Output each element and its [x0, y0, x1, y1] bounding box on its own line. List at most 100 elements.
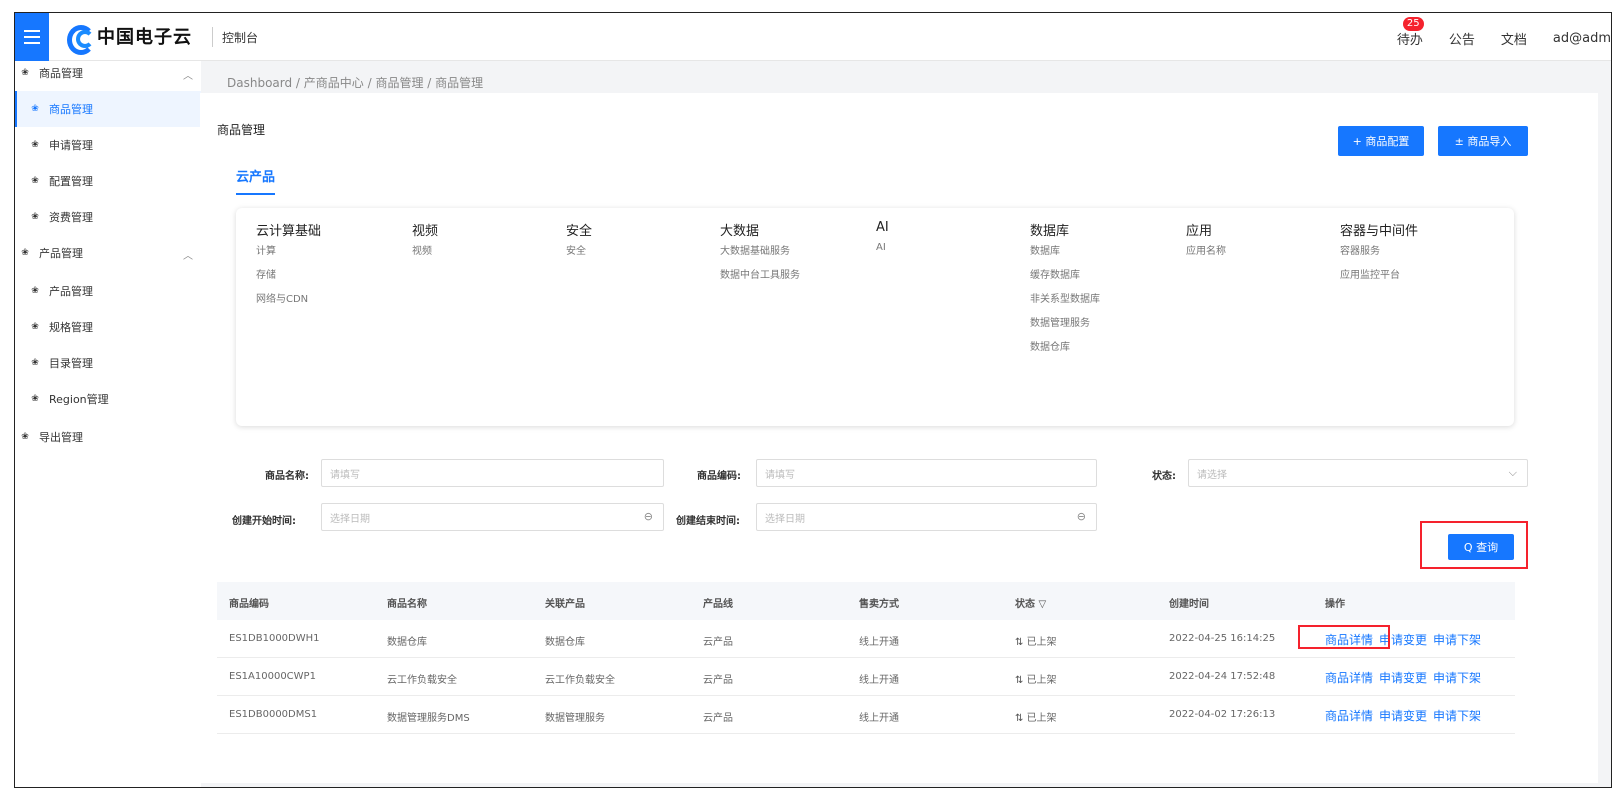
table-cell: 数据管理服务 — [545, 713, 605, 724]
sidebar-item[interactable]: ❀ 产品管理 — [15, 273, 201, 309]
top-right-nav: 25 待办 公告 文档 ad@adm — [1396, 17, 1611, 48]
chevron-up-icon[interactable]: ︿ — [183, 247, 193, 262]
change-request-link[interactable]: 申请变更 — [1379, 709, 1427, 723]
logo[interactable]: 中国电子云 — [67, 23, 192, 55]
column-header: 创建时间 — [1169, 599, 1209, 610]
category-heading[interactable]: 大数据 — [720, 220, 800, 239]
notice-link[interactable]: 公告 — [1449, 29, 1475, 48]
end-date-picker[interactable]: 选择日期 ⊖ — [756, 503, 1097, 531]
product-import-button[interactable]: ± 商品导入 — [1438, 126, 1528, 156]
sidebar-item[interactable]: ❀ 导出管理 — [15, 419, 201, 455]
delist-request-link[interactable]: 申请下架 — [1433, 709, 1481, 723]
todo-link[interactable]: 25 待办 — [1396, 17, 1424, 48]
table-cell: ⇅ 已上架 — [1015, 671, 1057, 686]
category-item[interactable]: 缓存数据库 — [1030, 265, 1100, 289]
product-config-button[interactable]: + 商品配置 — [1338, 126, 1424, 156]
category-item[interactable]: 网络与CDN — [256, 289, 321, 313]
start-date-picker[interactable]: 选择日期 ⊖ — [321, 503, 664, 531]
table-header: 商品编码 商品名称 关联产品 产品线 售卖方式 状态 ▽ 创建时间 操作 — [217, 582, 1515, 620]
product-table: 商品编码 商品名称 关联产品 产品线 售卖方式 状态 ▽ 创建时间 操作 ES1DB1000DW… — [217, 582, 1515, 734]
product-name-placeholder: 请填写 — [330, 469, 360, 481]
category-column: 应用 应用名称 — [1186, 220, 1226, 265]
table-row: ES1DB0000DMS1 数据管理服务DMS 数据管理服务 云产品 线上开通 ⇅ 已上架… — [217, 696, 1515, 734]
category-item[interactable]: 数据库 — [1030, 247, 1100, 265]
table-cell: 数据管理服务DMS — [387, 713, 470, 724]
category-heading[interactable]: 安全 — [566, 220, 592, 239]
category-item[interactable]: 安全 — [566, 247, 592, 265]
sidebar-item[interactable]: ❀ 配置管理 — [15, 163, 201, 199]
delist-request-link[interactable]: 申请下架 — [1433, 633, 1481, 647]
category-panel: 云计算基础 计算 存储 网络与CDN 视频 视频 安全 安全 大数据 大数据基础服务 数据中台工具服… — [236, 208, 1514, 426]
sidebar-item[interactable]: ❀ Region管理 — [15, 381, 201, 417]
end-date-placeholder: 选择日期 — [765, 513, 805, 525]
dashboard-icon: ❀ — [21, 248, 29, 258]
category-heading[interactable]: 云计算基础 — [256, 220, 321, 239]
page-title: 商品管理 — [217, 123, 266, 137]
category-item[interactable]: 存储 — [256, 265, 321, 289]
column-header: 商品编码 — [229, 599, 269, 610]
category-item[interactable]: 数据仓库 — [1030, 337, 1100, 361]
category-item[interactable]: AI — [876, 243, 889, 261]
category-column: 云计算基础计算 存储 网络与CDN — [256, 220, 321, 313]
table-row: ES1A10000CWP1 云工作负载安全 云工作负载安全 云产品 线上开通 ⇅ 已上架 2… — [217, 658, 1515, 696]
column-header[interactable]: 状态 ▽ — [1015, 595, 1046, 610]
category-item[interactable]: 容器服务 — [1340, 247, 1418, 265]
category-item[interactable]: 非关系型数据库 — [1030, 289, 1100, 313]
category-heading[interactable]: 数据库 — [1030, 220, 1100, 239]
tab-cloud-products[interactable]: 云产品 — [236, 166, 276, 195]
category-item[interactable]: 大数据基础服务 — [720, 247, 800, 265]
calendar-icon: ⊖ — [643, 510, 653, 523]
sidebar-item[interactable]: ❀ 商品管理 ︿ — [15, 55, 201, 91]
status-select[interactable]: 请选择 ⌵ — [1188, 459, 1528, 487]
status-icon: ⇅ — [1015, 637, 1027, 648]
category-heading[interactable]: 视频 — [412, 220, 438, 239]
table-cell: 线上开通 — [859, 713, 899, 724]
category-heading[interactable]: AI — [876, 220, 889, 235]
sidebar-item[interactable]: ❀ 目录管理 — [15, 345, 201, 381]
sidebar-item[interactable]: ❀ 资费管理 — [15, 199, 201, 235]
query-button[interactable]: Q 查询 — [1448, 534, 1514, 560]
sidebar-item[interactable]: ❀ 规格管理 — [15, 309, 201, 345]
sidebar-item[interactable]: ❀ 产品管理 ︿ — [15, 235, 201, 271]
sidebar-item-label: 规格管理 — [49, 321, 93, 334]
product-name-label: 商品名称: — [265, 471, 309, 482]
dashboard-icon: ❀ — [31, 286, 39, 296]
console-link[interactable]: 控制台 — [222, 29, 258, 46]
category-item[interactable]: 计算 — [256, 247, 321, 265]
category-column: 容器与中间件 容器服务 应用监控平台 — [1340, 220, 1418, 289]
todo-label: 待办 — [1396, 33, 1423, 48]
menu-toggle-icon[interactable] — [15, 13, 49, 61]
category-heading[interactable]: 容器与中间件 — [1340, 220, 1418, 239]
category-item[interactable]: 视频 — [412, 247, 438, 265]
todo-badge: 25 — [1402, 17, 1424, 31]
status-text: 已上架 — [1026, 713, 1057, 724]
user-menu[interactable]: ad@adm — [1553, 31, 1611, 46]
change-request-link[interactable]: 申请变更 — [1379, 671, 1427, 685]
sidebar-item[interactable]: ❀ 申请管理 — [15, 127, 201, 163]
dashboard-icon: ❀ — [31, 104, 39, 114]
category-item[interactable]: 数据中台工具服务 — [720, 265, 800, 289]
table-cell: ES1A10000CWP1 — [229, 671, 316, 682]
category-item[interactable]: 应用名称 — [1186, 247, 1226, 265]
column-header: 关联产品 — [545, 599, 585, 610]
dashboard-icon: ❀ — [31, 358, 39, 368]
sidebar-item-label: 申请管理 — [49, 139, 93, 152]
sidebar: ❀ 商品管理 ︿ ❀ 商品管理 ❀ 申请管理 ❀ 配置管理 ❀ 资费管理 ❀ 产品管理 ︿ ❀ 产品管理 ❀ 规格… — [15, 61, 201, 787]
sidebar-item[interactable]: ❀ 商品管理 — [15, 91, 201, 127]
category-item[interactable]: 应用监控平台 — [1340, 265, 1418, 289]
category-item[interactable]: 数据管理服务 — [1030, 313, 1100, 337]
column-header: 产品线 — [703, 599, 733, 610]
docs-link[interactable]: 文档 — [1501, 29, 1527, 48]
chevron-up-icon[interactable]: ︿ — [183, 67, 193, 82]
sidebar-item-label: 导出管理 — [39, 431, 83, 444]
table-cell: 云产品 — [703, 675, 733, 686]
detail-link[interactable]: 商品详情 — [1325, 671, 1373, 685]
product-code-input[interactable]: 请填写 — [756, 459, 1097, 487]
category-heading[interactable]: 应用 — [1186, 220, 1226, 239]
detail-link[interactable]: 商品详情 — [1325, 709, 1373, 723]
product-name-input[interactable]: 请填写 — [321, 459, 664, 487]
dashboard-icon: ❀ — [21, 432, 29, 442]
delist-request-link[interactable]: 申请下架 — [1433, 671, 1481, 685]
status-text: 已上架 — [1026, 675, 1057, 686]
status-label: 状态: — [1152, 471, 1176, 482]
